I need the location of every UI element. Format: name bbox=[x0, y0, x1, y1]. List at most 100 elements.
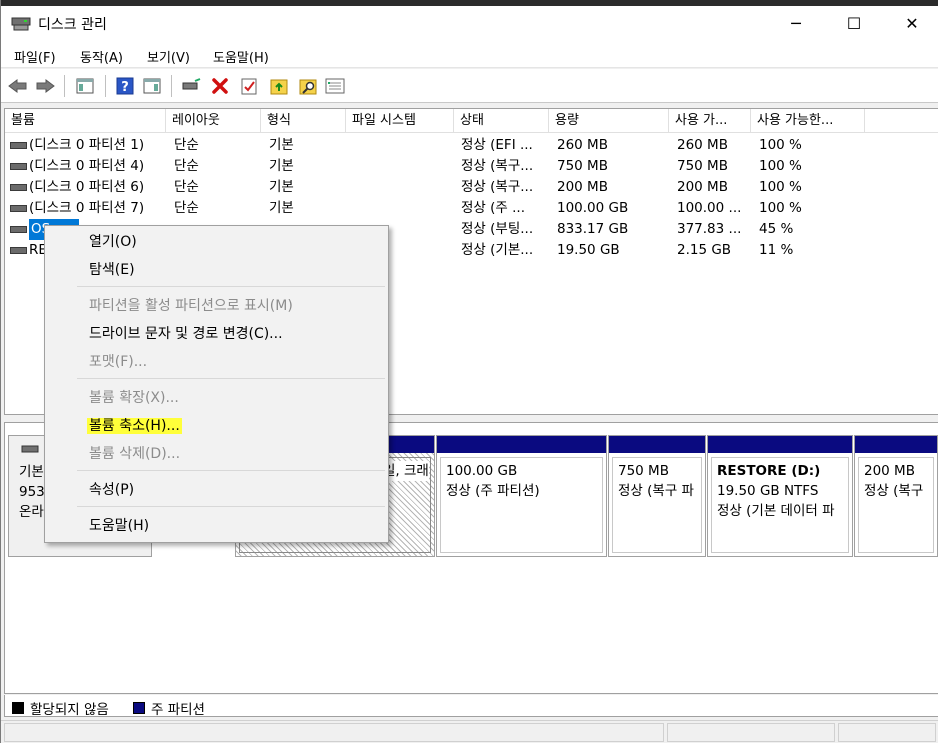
cell-layout: 단순 bbox=[174, 179, 199, 195]
menu-item-mark-active[interactable]: 파티션을 활성 파티션으로 표시(M) bbox=[89, 294, 293, 318]
column-header-filesystem[interactable]: 파일 시스템 bbox=[346, 109, 454, 133]
cell-capacity: 200 MB bbox=[557, 179, 608, 195]
menu-item-extend-volume[interactable]: 볼륨 확장(X)... bbox=[89, 386, 179, 410]
partition-size: 19.50 GB NTFS bbox=[717, 483, 819, 499]
partition-restore[interactable]: RESTORE (D:) 19.50 GB NTFS 정상 (기본 데이터 파 bbox=[707, 435, 853, 557]
window-title: 디스크 관리 bbox=[38, 17, 107, 33]
menu-item-explore[interactable]: 탐색(E) bbox=[89, 258, 135, 282]
cell-volume: (디스크 0 파티션 4) bbox=[29, 158, 145, 174]
partition-status: 정상 (기본 데이터 파 bbox=[717, 503, 835, 519]
cell-layout: 단순 bbox=[174, 200, 199, 216]
cell-type: 기본 bbox=[269, 179, 294, 195]
menu-item-change-drive-letter[interactable]: 드라이브 문자 및 경로 변경(C)... bbox=[89, 322, 283, 346]
action-pane-icon[interactable] bbox=[142, 76, 162, 96]
console-tree-icon[interactable] bbox=[75, 76, 95, 96]
back-icon[interactable] bbox=[8, 76, 28, 96]
column-header-status[interactable]: 상태 bbox=[454, 109, 549, 133]
delete-icon[interactable] bbox=[210, 76, 230, 96]
partition-status: 정상 (주 파티션) bbox=[446, 483, 540, 499]
table-row[interactable]: (디스크 0 파티션 1) 단순 기본 정상 (EFI ... 260 MB 2… bbox=[5, 135, 938, 156]
legend-swatch bbox=[12, 702, 24, 714]
shrink-volume-label: 볼륨 축소(H)... bbox=[87, 418, 182, 434]
menu-file[interactable]: 파일(F) bbox=[14, 47, 56, 66]
cell-capacity: 750 MB bbox=[557, 158, 608, 174]
partition-info: 200 MB 정상 (복구 bbox=[858, 457, 934, 553]
title-bar[interactable]: 디스크 관리 ─ ☐ ✕ bbox=[1, 6, 938, 42]
cell-status: 정상 (복구... bbox=[461, 179, 534, 195]
menu-separator bbox=[77, 506, 385, 507]
menu-item-properties[interactable]: 속성(P) bbox=[89, 478, 134, 502]
partition-size: 100.00 GB bbox=[446, 463, 518, 479]
cell-layout: 단순 bbox=[174, 137, 199, 153]
cell-status: 정상 (기본... bbox=[461, 242, 534, 258]
disk-icon bbox=[21, 445, 39, 453]
minimize-button[interactable]: ─ bbox=[767, 6, 825, 40]
volume-icon bbox=[10, 184, 27, 191]
svg-text:?: ? bbox=[121, 80, 129, 95]
partition-7[interactable]: 100.00 GB 정상 (주 파티션) bbox=[436, 435, 607, 557]
cell-free-space: 260 MB bbox=[677, 137, 728, 153]
cell-volume: (디스크 0 파티션 1) bbox=[29, 137, 145, 153]
menu-item-format[interactable]: 포맷(F)... bbox=[89, 350, 147, 374]
column-header-free-space[interactable]: 사용 가... bbox=[669, 109, 751, 133]
column-header-capacity[interactable]: 용량 bbox=[549, 109, 669, 133]
partition-info: RESTORE (D:) 19.50 GB NTFS 정상 (기본 데이터 파 bbox=[711, 457, 849, 553]
column-header-type[interactable]: 형식 bbox=[261, 109, 346, 133]
cell-percent-free: 11 % bbox=[759, 242, 794, 258]
menu-item-open[interactable]: 열기(O) bbox=[89, 230, 137, 254]
cell-free-space: 200 MB bbox=[677, 179, 728, 195]
volume-icon bbox=[10, 226, 27, 233]
menu-item-shrink-volume[interactable]: 볼륨 축소(H)... bbox=[87, 414, 182, 438]
connect-drive-icon[interactable] bbox=[181, 76, 201, 96]
menu-item-delete-volume[interactable]: 볼륨 삭제(D)... bbox=[89, 442, 180, 466]
menu-view[interactable]: 보기(V) bbox=[147, 47, 190, 66]
column-header-layout[interactable]: 레이아웃 bbox=[166, 109, 261, 133]
status-panel bbox=[838, 723, 936, 742]
partition-bar bbox=[855, 436, 937, 453]
cell-volume: (디스크 0 파티션 6) bbox=[29, 179, 145, 195]
partition-status: 정상 (복구 파 bbox=[618, 483, 694, 499]
cell-volume: (디스크 0 파티션 7) bbox=[29, 200, 145, 216]
menu-action[interactable]: 동작(A) bbox=[80, 47, 123, 66]
partition-size: 750 MB bbox=[618, 463, 669, 479]
explore-icon[interactable] bbox=[298, 76, 318, 96]
forward-icon[interactable] bbox=[35, 76, 55, 96]
partition-size: 200 MB bbox=[864, 463, 915, 479]
status-bar bbox=[1, 720, 938, 743]
partition-bar bbox=[437, 436, 606, 453]
menu-item-help[interactable]: 도움말(H) bbox=[89, 514, 149, 538]
menu-bar: 파일(F) 동작(A) 보기(V) 도움말(H) bbox=[1, 42, 938, 68]
partition-4[interactable]: 750 MB 정상 (복구 파 bbox=[608, 435, 706, 557]
partition-bar bbox=[609, 436, 705, 453]
toolbar-separator bbox=[171, 75, 172, 97]
menu-help[interactable]: 도움말(H) bbox=[213, 47, 269, 66]
partition-info: 100.00 GB 정상 (주 파티션) bbox=[440, 457, 603, 553]
partition-info: 750 MB 정상 (복구 파 bbox=[612, 457, 702, 553]
menu-separator bbox=[77, 470, 385, 471]
partition-status: 정상 (복구 bbox=[864, 483, 924, 499]
table-row[interactable]: (디스크 0 파티션 6) 단순 기본 정상 (복구... 200 MB 200… bbox=[5, 177, 938, 198]
table-row[interactable]: (디스크 0 파티션 4) 단순 기본 정상 (복구... 750 MB 750… bbox=[5, 156, 938, 177]
table-row[interactable]: (디스크 0 파티션 7) 단순 기본 정상 (주 ... 100.00 GB … bbox=[5, 198, 938, 219]
column-header-volume[interactable]: 볼륨 bbox=[5, 109, 166, 133]
menu-separator bbox=[77, 378, 385, 379]
help-icon[interactable]: ? bbox=[115, 76, 135, 96]
toolbar-separator bbox=[105, 75, 106, 97]
properties-icon[interactable] bbox=[239, 76, 259, 96]
cell-percent-free: 100 % bbox=[759, 137, 802, 153]
volume-icon bbox=[10, 142, 27, 149]
close-button[interactable]: ✕ bbox=[883, 6, 938, 40]
list-header: 볼륨 레이아웃 형식 파일 시스템 상태 용량 사용 가... 사용 가능한..… bbox=[5, 109, 938, 133]
maximize-button[interactable]: ☐ bbox=[825, 6, 883, 40]
cell-percent-free: 100 % bbox=[759, 179, 802, 195]
open-folder-icon[interactable] bbox=[269, 76, 289, 96]
cell-free-space: 750 MB bbox=[677, 158, 728, 174]
cell-percent-free: 100 % bbox=[759, 158, 802, 174]
column-header-percent-free[interactable]: 사용 가능한... bbox=[751, 109, 865, 133]
legend-primary: 주 파티션 bbox=[133, 698, 205, 718]
partition-6[interactable]: 200 MB 정상 (복구 bbox=[854, 435, 938, 557]
cell-status: 정상 (복구... bbox=[461, 158, 534, 174]
menu-separator bbox=[77, 286, 385, 287]
cell-percent-free: 45 % bbox=[759, 221, 794, 237]
settings-list-icon[interactable] bbox=[325, 76, 345, 96]
